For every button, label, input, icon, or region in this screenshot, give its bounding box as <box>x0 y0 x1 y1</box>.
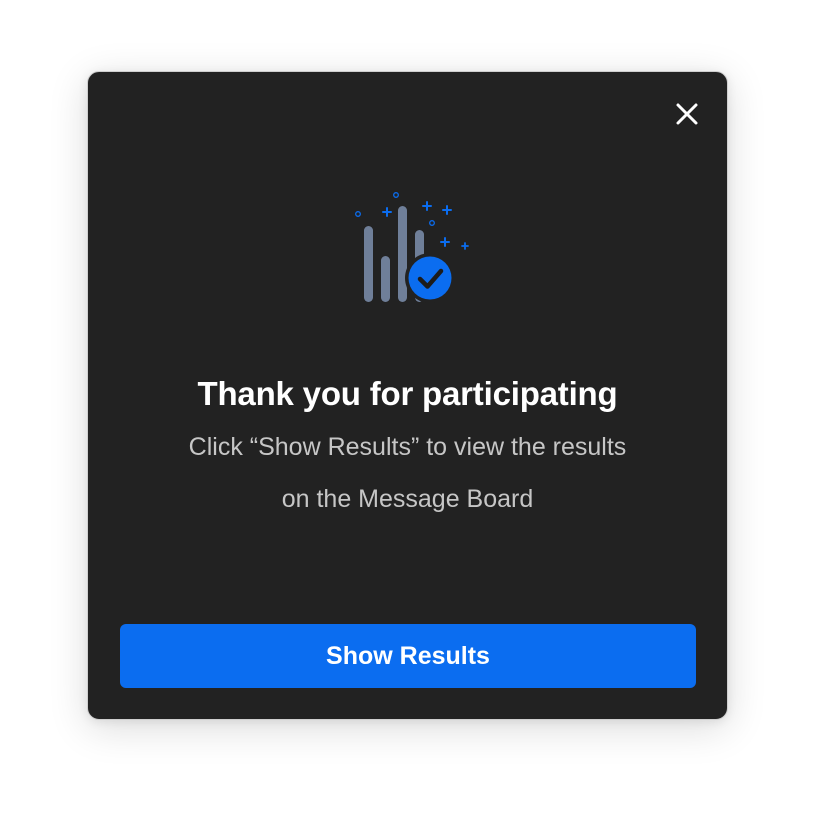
sparkle-dot <box>429 220 435 226</box>
bar-2 <box>381 256 390 302</box>
dialog-message: Click “Show Results” to view the results… <box>188 433 627 513</box>
show-results-button[interactable]: Show Results <box>120 624 696 688</box>
results-dialog: Thank you for participating Click “Show … <box>87 71 728 720</box>
close-button[interactable] <box>673 100 701 128</box>
bar-3 <box>398 206 407 302</box>
bar-1 <box>364 226 373 302</box>
close-icon <box>676 103 698 125</box>
poll-results-check-icon <box>355 192 469 303</box>
illustration <box>348 190 472 308</box>
screen-backdrop: Thank you for participating Click “Show … <box>0 0 816 824</box>
sparkle-plus <box>461 242 469 250</box>
dialog-title: Thank you for participating <box>197 375 618 412</box>
check-badge-fill <box>408 256 452 300</box>
sparkle-dot <box>355 211 361 217</box>
sparkle-plus <box>422 201 432 211</box>
sparkle-plus <box>440 237 450 247</box>
sparkle-plus <box>442 205 452 215</box>
sparkle-plus <box>382 207 392 217</box>
sparkle-dot <box>393 192 399 198</box>
